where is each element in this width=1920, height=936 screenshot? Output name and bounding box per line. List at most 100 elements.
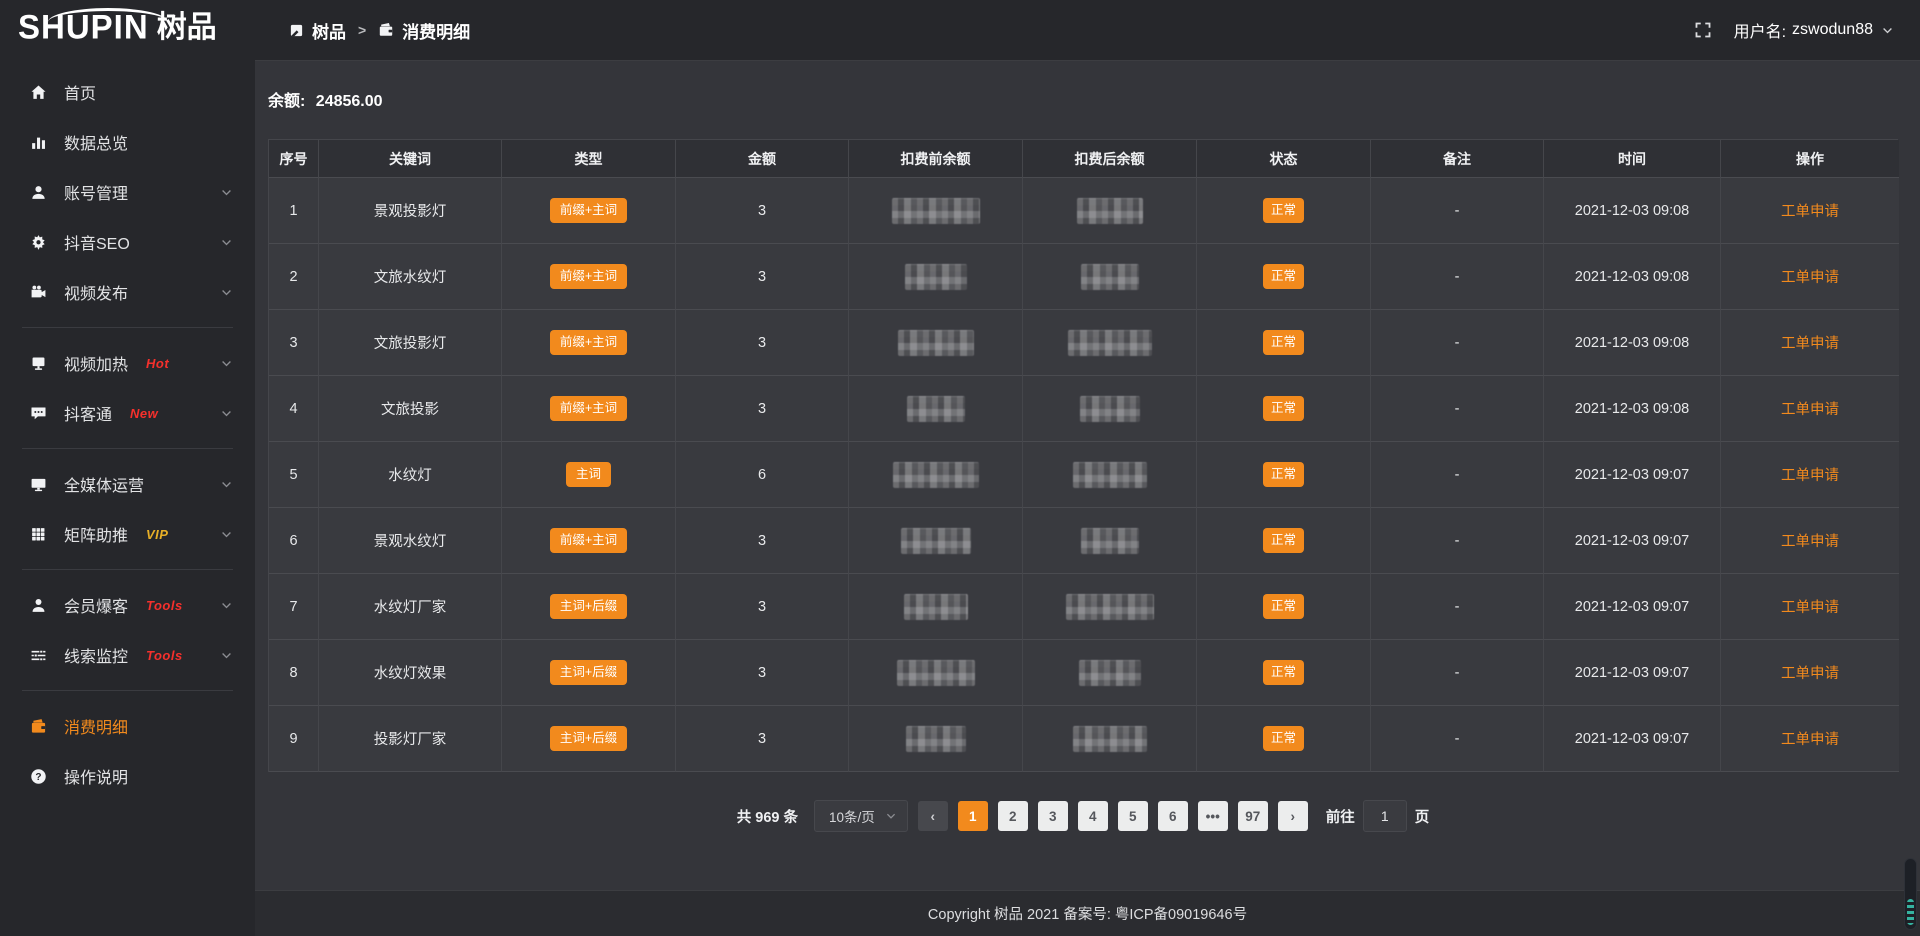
balance-label: 余额: — [268, 93, 305, 110]
copyright-text: Copyright 树品 2021 备案号: 粤ICP备09019646号 — [928, 903, 1247, 924]
column-header: 操作 — [1721, 140, 1899, 178]
sidebar-item-help[interactable]: ?操作说明 — [0, 751, 255, 801]
type-badge: 主词+后缀 — [550, 660, 627, 685]
row-index: 5 — [269, 442, 319, 508]
topbar-right: 用户名: zswodun88 — [1694, 18, 1894, 42]
work-order-link[interactable]: 工单申请 — [1781, 464, 1839, 485]
sidebar-item-consume[interactable]: 消费明细 — [0, 701, 255, 751]
sidebar-item-seo[interactable]: 抖音SEO — [0, 217, 255, 267]
page-button-5[interactable]: 5 — [1118, 801, 1148, 831]
table-row: 9投影灯厂家主词+后缀3正常-2021-12-03 09:07工单申请 — [269, 706, 1897, 772]
work-order-link[interactable]: 工单申请 — [1781, 200, 1839, 221]
type-badge: 前缀+主词 — [550, 264, 627, 289]
status-cell: 正常 — [1197, 508, 1371, 574]
status-cell: 正常 — [1197, 310, 1371, 376]
sidebar-item-badge: Hot — [146, 356, 169, 371]
table-row: 4文旅投影前缀+主词3正常-2021-12-03 09:08工单申请 — [269, 376, 1897, 442]
amount-cell: 3 — [676, 574, 849, 640]
fullscreen-icon[interactable] — [1694, 21, 1712, 39]
work-order-link[interactable]: 工单申请 — [1781, 332, 1839, 353]
type-badge: 主词 — [566, 462, 611, 487]
bar-chart-icon — [28, 134, 48, 151]
type-badge: 主词+后缀 — [550, 594, 627, 619]
remark-cell: - — [1371, 508, 1544, 574]
action-cell: 工单申请 — [1721, 640, 1899, 706]
balance-after-cell — [1023, 442, 1197, 508]
sidebar-divider — [22, 690, 233, 691]
next-page-button[interactable]: › — [1278, 801, 1308, 831]
home-icon — [28, 84, 48, 101]
work-order-link[interactable]: 工单申请 — [1781, 530, 1839, 551]
balance-after-cell — [1023, 508, 1197, 574]
balance-after-cell — [1023, 574, 1197, 640]
sidebar-item-label: 视频加热 — [64, 351, 128, 375]
table-body: 1景观投影灯前缀+主词3正常-2021-12-03 09:08工单申请2文旅水纹… — [269, 178, 1897, 772]
work-order-link[interactable]: 工单申请 — [1781, 266, 1839, 287]
table-row: 1景观投影灯前缀+主词3正常-2021-12-03 09:08工单申请 — [269, 178, 1897, 244]
scrollbar[interactable] — [1904, 858, 1917, 930]
sidebar-item-account[interactable]: 账号管理 — [0, 167, 255, 217]
sidebar-item-badge: Tools — [146, 598, 183, 613]
time-cell: 2021-12-03 09:08 — [1544, 376, 1721, 442]
table-header-row: 序号关键词类型金额扣费前余额扣费后余额状态备注时间操作 — [269, 140, 1897, 178]
balance-after-cell — [1023, 376, 1197, 442]
type-badge: 前缀+主词 — [550, 330, 627, 355]
type-badge: 主词+后缀 — [550, 726, 627, 751]
page-size-select[interactable]: 10条/页 — [814, 800, 908, 832]
page-button-97[interactable]: 97 — [1238, 801, 1268, 831]
balance-before-cell — [849, 178, 1023, 244]
work-order-link[interactable]: 工单申请 — [1781, 596, 1839, 617]
sidebar-item-heat[interactable]: 视频加热 Hot — [0, 338, 255, 388]
amount-cell: 3 — [676, 310, 849, 376]
sidebar-item-data[interactable]: 数据总览 — [0, 117, 255, 167]
sidebar-item-label: 全媒体运营 — [64, 472, 144, 496]
sidebar-item-home[interactable]: 首页 — [0, 67, 255, 117]
balance-before-cell — [849, 310, 1023, 376]
sidebar-item-badge: Tools — [146, 648, 183, 663]
user-dropdown[interactable]: 用户名: zswodun88 — [1734, 18, 1894, 42]
masked-balance-after — [1077, 198, 1143, 224]
sidebar-item-leads[interactable]: 线索监控Tools — [0, 630, 255, 680]
work-order-link[interactable]: 工单申请 — [1781, 728, 1839, 749]
page-button-1[interactable]: 1 — [958, 801, 988, 831]
page-button-4[interactable]: 4 — [1078, 801, 1108, 831]
main-content: 余额: 24856.00 序号关键词类型金额扣费前余额扣费后余额状态备注时间操作… — [255, 60, 1920, 936]
sidebar-item-member[interactable]: 会员爆客Tools — [0, 580, 255, 630]
sidebar-item-label: 操作说明 — [64, 764, 128, 788]
masked-balance-before — [905, 264, 967, 290]
masked-balance-after — [1081, 264, 1139, 290]
masked-balance-after — [1068, 330, 1152, 356]
pagination-ellipsis[interactable]: ••• — [1198, 801, 1228, 831]
row-index: 1 — [269, 178, 319, 244]
table-row: 7水纹灯厂家主词+后缀3正常-2021-12-03 09:07工单申请 — [269, 574, 1897, 640]
sidebar-item-label: 消费明细 — [64, 714, 128, 738]
sidebar-item-douketong[interactable]: 抖客通New — [0, 388, 255, 438]
goto-page-input[interactable] — [1363, 800, 1407, 832]
work-order-link[interactable]: 工单申请 — [1781, 662, 1839, 683]
page-button-6[interactable]: 6 — [1158, 801, 1188, 831]
breadcrumb: 树品 > 消费明细 — [289, 18, 470, 43]
remark-cell: - — [1371, 178, 1544, 244]
sliders-icon — [28, 647, 48, 664]
sidebar-nav: 首页数据总览账号管理抖音SEO 视频发布视频加热 Hot 抖客通New 全媒体运营矩阵助… — [0, 67, 255, 801]
masked-balance-before — [904, 594, 968, 620]
balance-before-cell — [849, 508, 1023, 574]
sidebar-item-publish[interactable]: 视频发布 — [0, 267, 255, 317]
goto-label: 前往 — [1326, 806, 1355, 827]
monitor-icon — [28, 476, 48, 493]
status-badge: 正常 — [1263, 594, 1304, 619]
page-button-3[interactable]: 3 — [1038, 801, 1068, 831]
page-button-2[interactable]: 2 — [998, 801, 1028, 831]
sidebar-item-media[interactable]: 全媒体运营 — [0, 459, 255, 509]
masked-balance-before — [906, 726, 966, 752]
work-order-link[interactable]: 工单申请 — [1781, 398, 1839, 419]
prev-page-button[interactable]: ‹ — [918, 801, 948, 831]
wallet-icon — [378, 22, 394, 38]
sidebar-item-matrix[interactable]: 矩阵助推VIP — [0, 509, 255, 559]
balance-before-cell — [849, 376, 1023, 442]
breadcrumb-app[interactable]: 树品 — [312, 18, 346, 43]
chat-bubble-icon — [28, 405, 48, 422]
sidebar-item-label: 抖音SEO — [64, 230, 130, 254]
chevron-down-icon — [220, 478, 233, 491]
chevron-down-icon — [220, 186, 233, 199]
